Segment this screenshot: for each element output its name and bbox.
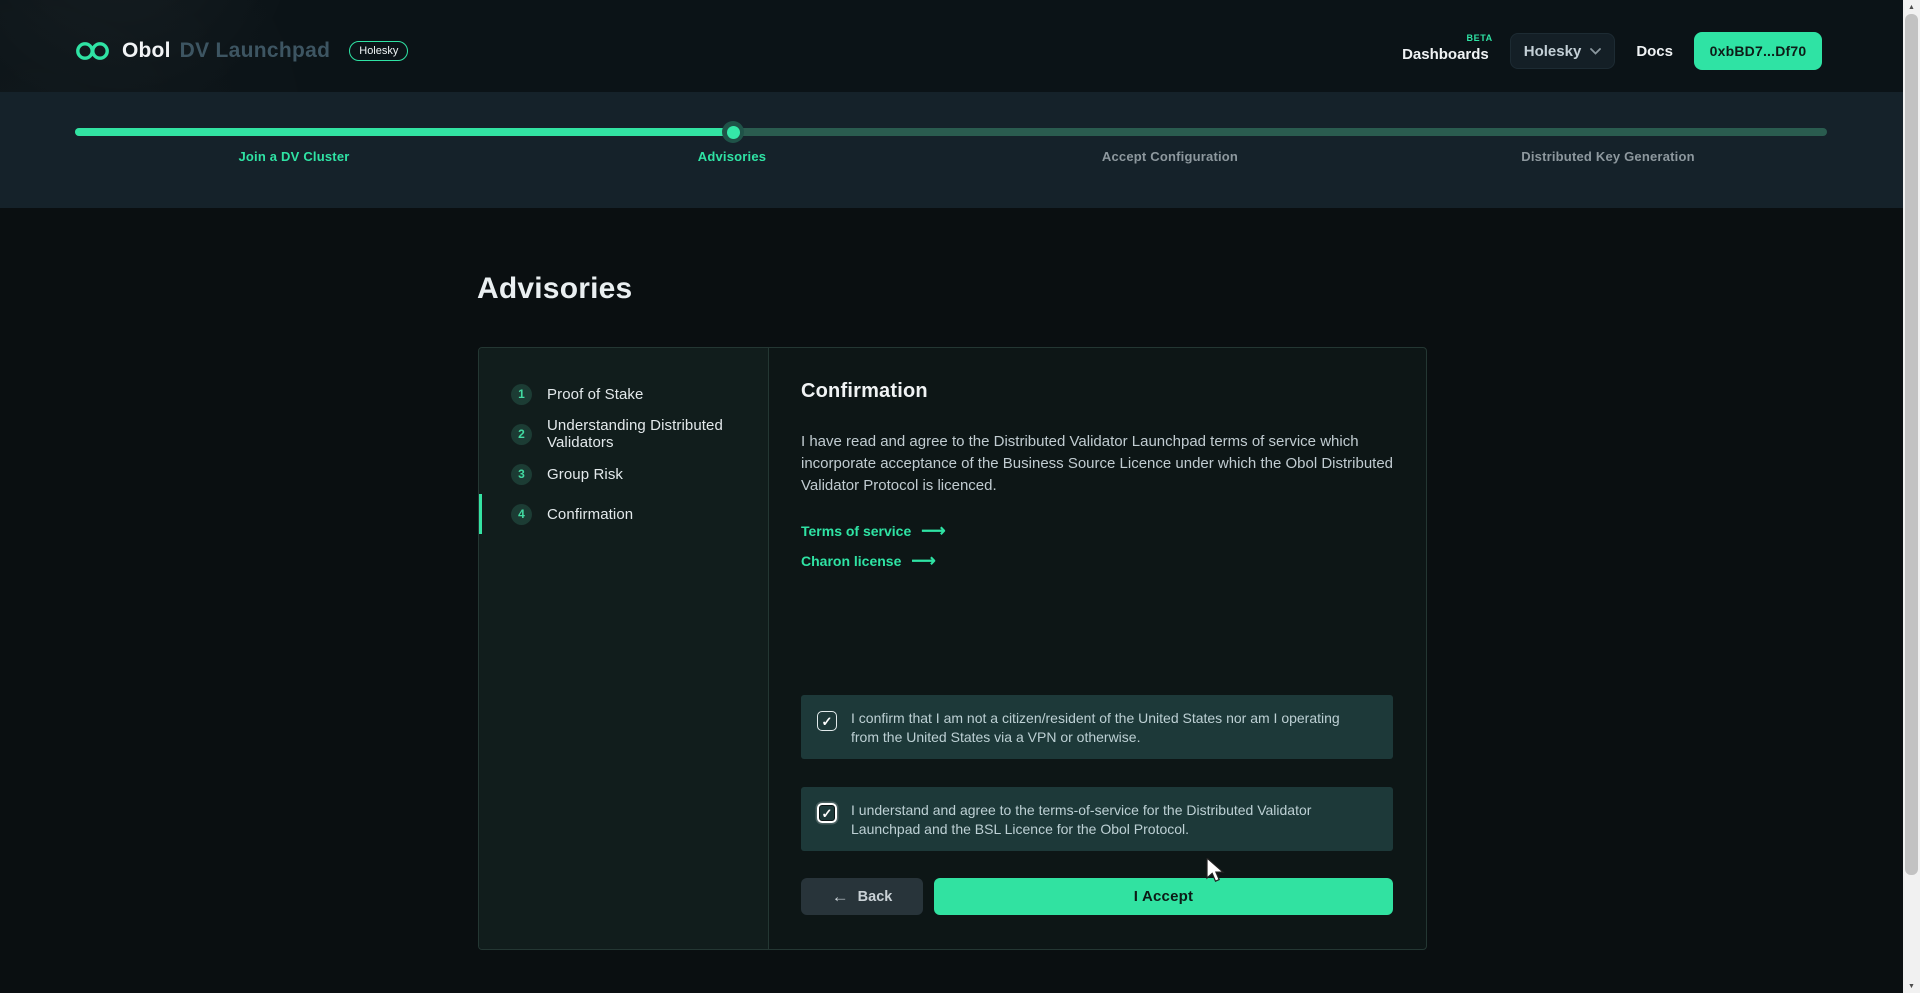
brand-group[interactable]: Obol DV Launchpad Holesky	[75, 39, 408, 63]
advisory-item-group-risk[interactable]: 3 Group Risk	[479, 454, 768, 494]
product-name: DV Launchpad	[180, 39, 331, 63]
checkmark-icon: ✓	[822, 807, 833, 820]
progress-fill	[75, 128, 733, 136]
advisory-steps-list: 1 Proof of Stake 2 Understanding Distrib…	[479, 348, 769, 949]
scrollbar-thumb[interactable]	[1905, 14, 1918, 875]
step-number-circle: 2	[511, 424, 532, 445]
advisory-item-confirmation[interactable]: 4 Confirmation	[479, 494, 768, 534]
scroll-up-arrow[interactable]: ▲	[1903, 0, 1920, 14]
arrow-left-icon: ←	[832, 888, 849, 905]
step-distributed-key-generation: Distributed Key Generation	[1389, 149, 1827, 164]
charon-license-link[interactable]: Charon license ⟶	[801, 553, 1393, 569]
panel-links: Terms of service ⟶ Charon license ⟶	[801, 523, 1393, 569]
step-join-cluster[interactable]: Join a DV Cluster	[75, 149, 513, 164]
progress-knob	[722, 121, 744, 143]
mouse-cursor-icon	[1206, 858, 1228, 889]
terms-checkbox-row: ✓ I understand and agree to the terms-of…	[801, 787, 1393, 851]
network-selector[interactable]: Holesky	[1510, 33, 1616, 69]
citizenship-checkbox-label: I confirm that I am not a citizen/reside…	[851, 707, 1367, 747]
progress-bar	[75, 128, 1827, 136]
step-number-circle: 3	[511, 464, 532, 485]
vertical-scrollbar[interactable]: ▲ ▼	[1903, 0, 1920, 993]
accept-button[interactable]: I Accept	[934, 878, 1393, 915]
brand-name: Obol	[122, 39, 171, 63]
advisories-card: 1 Proof of Stake 2 Understanding Distrib…	[478, 347, 1427, 950]
citizenship-checkbox-row: ✓ I confirm that I am not a citizen/resi…	[801, 695, 1393, 759]
header-nav: BETA Dashboards Holesky Docs 0xbBD7...Df…	[1402, 32, 1822, 70]
confirmation-panel: Confirmation I have read and agree to th…	[769, 348, 1426, 949]
checkmark-icon: ✓	[822, 715, 833, 728]
step-accept-configuration: Accept Configuration	[951, 149, 1389, 164]
arrow-right-icon: ⟶	[911, 554, 935, 568]
progress-stepper: Join a DV Cluster Advisories Accept Conf…	[0, 92, 1920, 208]
network-badge: Holesky	[349, 41, 408, 61]
advisory-item-proof-of-stake[interactable]: 1 Proof of Stake	[479, 374, 768, 414]
step-number-circle: 4	[511, 504, 532, 525]
citizenship-checkbox[interactable]: ✓	[817, 711, 837, 731]
nav-docs[interactable]: Docs	[1636, 43, 1673, 60]
panel-heading: Confirmation	[801, 380, 1393, 403]
terms-checkbox[interactable]: ✓	[817, 803, 837, 823]
terms-checkbox-label: I understand and agree to the terms-of-s…	[851, 799, 1367, 839]
page-title: Advisories	[477, 272, 632, 306]
button-row: ← Back I Accept	[801, 878, 1393, 915]
dashboards-label: Dashboards	[1402, 46, 1489, 63]
network-selector-value: Holesky	[1524, 43, 1582, 60]
step-number-circle: 1	[511, 384, 532, 405]
app-header: Obol DV Launchpad Holesky BETA Dashboard…	[0, 0, 1920, 92]
active-item-indicator	[479, 494, 482, 534]
nav-dashboards[interactable]: BETA Dashboards	[1402, 40, 1489, 63]
step-advisories[interactable]: Advisories	[513, 149, 951, 164]
panel-body-text: I have read and agree to the Distributed…	[801, 431, 1393, 497]
chevron-down-icon	[1590, 48, 1601, 55]
back-button[interactable]: ← Back	[801, 878, 923, 915]
obol-logo-icon	[75, 39, 113, 63]
arrow-right-icon: ⟶	[921, 524, 945, 538]
wallet-address-button[interactable]: 0xbBD7...Df70	[1694, 32, 1822, 70]
scroll-down-arrow[interactable]: ▼	[1903, 979, 1920, 993]
advisory-item-understanding-dv[interactable]: 2 Understanding Distributed Validators	[479, 414, 768, 454]
stepper-labels: Join a DV Cluster Advisories Accept Conf…	[75, 149, 1827, 164]
terms-of-service-link[interactable]: Terms of service ⟶	[801, 523, 1393, 539]
beta-badge: BETA	[1467, 33, 1493, 43]
